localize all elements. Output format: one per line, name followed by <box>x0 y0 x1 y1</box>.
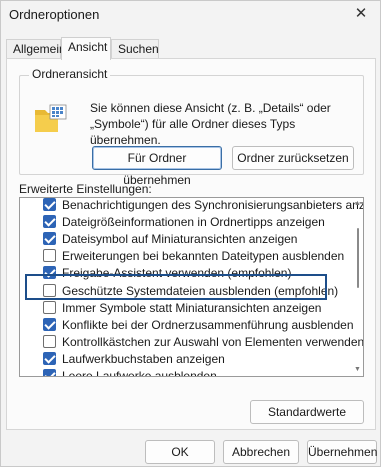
folder-view-legend: Ordneransicht <box>29 67 111 81</box>
list-item-label: Immer Symbole statt Miniaturansichten an… <box>62 301 322 315</box>
list-item-label: Dateigrößeinformationen in Ordnertipps a… <box>62 215 325 229</box>
list-item-label: Dateisymbol auf Miniaturansichten anzeig… <box>62 232 298 246</box>
apply-to-folders-button[interactable]: Für Ordner übernehmen <box>92 146 222 187</box>
ok-button[interactable]: OK <box>145 440 215 464</box>
checkbox-unchecked[interactable] <box>43 301 56 314</box>
list-item-label: Kontrollkästchen zur Auswahl von Element… <box>62 335 364 349</box>
list-item-label: Geschützte Systemdateien ausblenden (emp… <box>62 284 339 298</box>
checkbox-checked[interactable] <box>43 352 56 365</box>
apply-button[interactable]: Übernehmen <box>307 440 377 464</box>
reset-folders-button[interactable]: Ordner zurücksetzen <box>232 146 354 170</box>
checkbox-unchecked[interactable] <box>43 284 56 297</box>
advanced-settings-label: Erweiterte Einstellungen: <box>19 182 152 196</box>
checkbox-unchecked[interactable] <box>43 335 56 348</box>
checkbox-checked[interactable] <box>43 266 56 279</box>
checkbox-checked[interactable] <box>43 318 56 331</box>
list-item[interactable]: Leere Laufwerke ausblenden <box>20 367 350 377</box>
checkbox-checked[interactable] <box>43 232 56 245</box>
list-item[interactable]: Immer Symbole statt Miniaturansichten an… <box>20 299 350 317</box>
tab-panel-ansicht: Ordneransicht Sie können diese Ansicht (… <box>6 58 376 430</box>
tab-allgemein[interactable]: Allgemein <box>6 39 66 59</box>
list-item-selected[interactable]: Geschützte Systemdateien ausblenden (emp… <box>20 282 350 300</box>
folder-view-description: Sie können diese Ansicht (z. B. „Details… <box>90 101 331 147</box>
list-item[interactable]: Laufwerkbuchstaben anzeigen <box>20 350 350 368</box>
close-icon[interactable]: ✕ <box>352 5 370 23</box>
list-item[interactable]: Kontrollkästchen zur Auswahl von Element… <box>20 333 363 351</box>
folder-view-icon <box>34 104 68 134</box>
list-item-label: Leere Laufwerke ausblenden <box>62 369 217 377</box>
list-item[interactable]: Konflikte bei der Ordnerzusammenführung … <box>20 316 354 334</box>
advanced-settings-list[interactable]: Benachrichtigungen des Synchronisierungs… <box>19 197 364 377</box>
dialog-footer: OK Abbrechen Übernehmen <box>1 433 380 467</box>
list-scrollbar[interactable]: ▲ ▼ <box>353 200 362 374</box>
list-item[interactable]: Dateisymbol auf Miniaturansichten anzeig… <box>20 230 350 248</box>
cancel-button[interactable]: Abbrechen <box>223 440 299 464</box>
checkbox-checked[interactable] <box>43 369 56 376</box>
list-item[interactable]: Freigabe-Assistent verwenden (empfohlen) <box>20 264 350 282</box>
window-title: Ordneroptionen <box>9 7 100 22</box>
list-item[interactable]: Benachrichtigungen des Synchronisierungs… <box>20 198 363 214</box>
checkbox-checked[interactable] <box>43 215 56 228</box>
list-item[interactable]: Erweiterungen bei bekannten Dateitypen a… <box>20 247 350 265</box>
restore-defaults-button[interactable]: Standardwerte <box>250 400 364 424</box>
list-item-label: Benachrichtigungen des Synchronisierungs… <box>62 198 364 212</box>
folder-options-dialog: Ordneroptionen ✕ Allgemein Ansicht Suche… <box>0 0 381 467</box>
scroll-down-icon[interactable]: ▼ <box>353 366 362 374</box>
title-bar: Ordneroptionen ✕ <box>1 1 380 31</box>
folder-view-group: Ordneransicht Sie können diese Ansicht (… <box>19 67 364 187</box>
tab-suchen[interactable]: Suchen <box>111 39 159 59</box>
checkbox-checked[interactable] <box>43 198 56 211</box>
list-item-label: Erweiterungen bei bekannten Dateitypen a… <box>62 249 345 263</box>
list-item-label: Laufwerkbuchstaben anzeigen <box>62 352 225 366</box>
scroll-up-icon[interactable]: ▲ <box>353 200 362 208</box>
scroll-thumb[interactable] <box>357 228 359 288</box>
list-item-label: Freigabe-Assistent verwenden (empfohlen) <box>62 266 292 280</box>
list-item[interactable]: Dateigrößeinformationen in Ordnertipps a… <box>20 213 350 231</box>
checkbox-unchecked[interactable] <box>43 249 56 262</box>
list-item-label: Konflikte bei der Ordnerzusammenführung … <box>62 318 354 332</box>
tab-ansicht[interactable]: Ansicht <box>61 37 111 60</box>
